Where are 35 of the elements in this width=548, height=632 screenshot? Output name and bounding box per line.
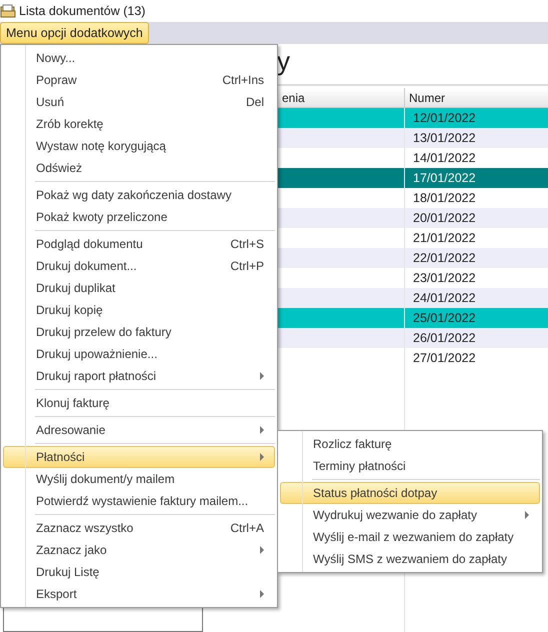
menu-item[interactable]: Wyślij e-mail z wezwaniem do zapłaty	[280, 526, 540, 548]
menu-item[interactable]: Adresowanie	[3, 419, 275, 441]
menu-item[interactable]: Potwierdź wystawienie faktury mailem...	[3, 490, 275, 512]
menu-item[interactable]: Klonuj fakturę	[3, 392, 275, 414]
table-cell-text: 21/01/2022	[412, 230, 477, 247]
table-cell-text: 14/01/2022	[412, 150, 477, 167]
menu-item[interactable]: Wyślij SMS z wezwaniem do zapłaty	[280, 548, 540, 570]
table-cell-text: 24/01/2022	[412, 290, 477, 307]
menu-item[interactable]: Eksport	[3, 583, 275, 605]
menu-item[interactable]: Płatności	[3, 446, 275, 468]
column-header: Numer	[408, 90, 446, 107]
table-cell-text: 26/01/2022	[412, 330, 477, 347]
table-cell-text: 23/01/2022	[412, 270, 477, 287]
shortcut-label: Ctrl+A	[230, 520, 264, 537]
table-cell-text: 17/01/2022	[412, 170, 477, 187]
menu-item[interactable]: Wyślij dokument/y mailem	[3, 468, 275, 490]
table-cell-text: 20/01/2022	[412, 210, 477, 227]
table-cell-text: 18/01/2022	[412, 190, 477, 207]
table-cell-text: 13/01/2022	[412, 130, 477, 147]
menu-item[interactable]: Terminy płatności	[280, 455, 540, 477]
menu-item[interactable]: Status płatności dotpay	[280, 482, 540, 504]
menu-item[interactable]: Zaznacz jako	[3, 539, 275, 561]
shortcut-label: Ctrl+Ins	[222, 72, 264, 89]
menu-item[interactable]: Rozlicz fakturę	[280, 433, 540, 455]
table-cell-text: 22/01/2022	[412, 250, 477, 267]
menu-item[interactable]: Zaznacz wszystko Ctrl+A	[3, 517, 275, 539]
menu-item[interactable]: Drukuj raport płatności	[3, 365, 275, 387]
menu-item[interactable]: Wydrukuj wezwanie do zapłaty	[280, 504, 540, 526]
table-cell-text: 25/01/2022	[412, 310, 477, 327]
menu-button[interactable]: Menu opcji dodatkowych	[0, 22, 149, 44]
menu-item[interactable]: Drukuj Listę	[3, 561, 275, 583]
window-title: Lista dokumentów (13)	[19, 2, 146, 20]
folder-icon	[0, 4, 16, 18]
table-cell-text: 27/01/2022	[412, 350, 477, 367]
table-cell-text: 12/01/2022	[412, 110, 477, 127]
